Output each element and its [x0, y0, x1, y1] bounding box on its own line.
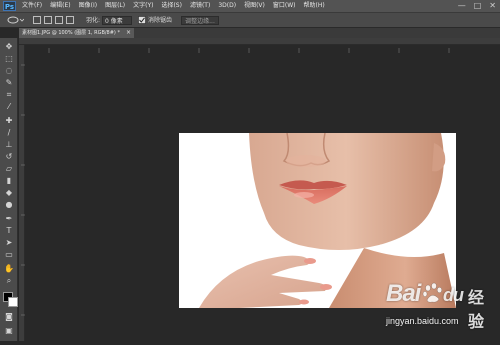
brush-tool-icon[interactable]: /: [4, 128, 14, 138]
marquee-tool-icon[interactable]: ⬚: [4, 54, 14, 64]
type-tool-icon[interactable]: T: [4, 226, 14, 236]
menu-type[interactable]: 文字(Y): [133, 0, 153, 12]
eyedropper-tool-icon[interactable]: ⁄: [4, 102, 14, 112]
dodge-tool-icon[interactable]: ●: [4, 200, 14, 210]
background-color-swatch[interactable]: [8, 297, 18, 307]
menu-edit[interactable]: 编辑(E): [50, 0, 70, 12]
window-controls: — □ ✕: [458, 0, 496, 12]
vertical-ruler: [19, 45, 25, 341]
menu-help[interactable]: 帮助(H): [304, 0, 325, 12]
new-selection-icon[interactable]: [33, 16, 41, 24]
move-tool-icon[interactable]: ✥: [4, 42, 14, 52]
close-button[interactable]: ✕: [489, 0, 496, 12]
intersect-selection-icon[interactable]: [66, 16, 74, 24]
tool-preset-picker[interactable]: [6, 16, 25, 25]
menu-file[interactable]: 文件(F): [22, 0, 42, 12]
feather-input[interactable]: 0 像素: [102, 16, 132, 25]
crop-tool-icon[interactable]: ⌗: [4, 90, 14, 100]
watermark-url: jingyan.baidu.com: [386, 316, 459, 326]
shape-tool-icon[interactable]: ▭: [4, 250, 14, 260]
photoshop-logo: Ps: [3, 1, 16, 11]
path-select-tool-icon[interactable]: ➤: [4, 238, 14, 248]
antialias-label: 消除锯齿: [148, 17, 173, 24]
gradient-tool-icon[interactable]: ▮: [4, 176, 14, 186]
quick-mask-icon[interactable]: ◙: [4, 312, 14, 322]
horizontal-ruler: [19, 38, 500, 53]
healing-brush-tool-icon[interactable]: ✚: [4, 116, 14, 126]
quick-select-tool-icon[interactable]: ✎: [4, 78, 14, 88]
feather-label: 羽化:: [86, 17, 101, 24]
menu-filter[interactable]: 滤镜(T): [190, 0, 210, 12]
history-brush-tool-icon[interactable]: ↺: [4, 152, 14, 162]
menu-view[interactable]: 视图(V): [244, 0, 265, 12]
tab-close-icon[interactable]: ×: [126, 28, 131, 38]
antialias-checkbox[interactable]: [138, 16, 147, 25]
menu-select[interactable]: 选择(S): [161, 0, 182, 12]
maximize-button[interactable]: □: [474, 0, 482, 12]
baidu-paw-icon: [422, 282, 443, 303]
document-tab-bar: 素材图1.JPG @ 100% (图层 1, RGB/8#) * ×: [19, 28, 500, 38]
minimize-button[interactable]: —: [458, 0, 466, 12]
menu-layer[interactable]: 图层(L): [105, 0, 125, 12]
subtract-selection-icon[interactable]: [55, 16, 63, 24]
menu-window[interactable]: 窗口(W): [273, 0, 296, 12]
refine-edge-button[interactable]: 调整边缘...: [181, 16, 219, 25]
document-tab-title: 素材图1.JPG @ 100% (图层 1, RGB/8#) *: [22, 30, 120, 36]
document-tab[interactable]: 素材图1.JPG @ 100% (图层 1, RGB/8#) * ×: [19, 28, 134, 38]
baidu-jingyan-watermark: Bai du 经验 jingyan.baidu.com: [386, 280, 496, 334]
options-bar: 羽化: 0 像素 消除锯齿 调整边缘...: [0, 12, 500, 28]
menu-image[interactable]: 图像(I): [79, 0, 97, 12]
checkbox-checked-icon: [138, 16, 146, 24]
add-selection-icon[interactable]: [44, 16, 52, 24]
menu-bar: Ps 文件(F) 编辑(E) 图像(I) 图层(L) 文字(Y) 选择(S) 滤…: [0, 0, 500, 12]
lasso-tool-icon[interactable]: ◌: [4, 66, 14, 76]
ruler-ticks-top: [48, 48, 450, 53]
tools-panel: ✥ ⬚ ◌ ✎ ⌗ ⁄ ✚ / ⊥ ↺ ▱ ▮ ◆ ● ✒ T ➤ ▭ ✋ ⌕ …: [0, 38, 18, 341]
screen-mode-icon[interactable]: ▣: [4, 326, 14, 336]
menu-3d[interactable]: 3D(D): [218, 0, 236, 12]
hand-tool-icon[interactable]: ✋: [4, 264, 14, 274]
watermark-brand: Bai: [386, 280, 421, 307]
ruler-ticks-left: [21, 64, 25, 316]
clone-stamp-tool-icon[interactable]: ⊥: [4, 140, 14, 150]
zoom-tool-icon[interactable]: ⌕: [4, 276, 14, 286]
watermark-brand-du: du: [443, 285, 464, 305]
watermark-jingyan: 经验: [468, 288, 485, 331]
pen-tool-icon[interactable]: ✒: [4, 214, 14, 224]
menu-items: 文件(F) 编辑(E) 图像(I) 图层(L) 文字(Y) 选择(S) 滤镜(T…: [22, 0, 325, 12]
blur-tool-icon[interactable]: ◆: [4, 188, 14, 198]
lasso-icon: [7, 16, 25, 24]
eraser-tool-icon[interactable]: ▱: [4, 164, 14, 174]
